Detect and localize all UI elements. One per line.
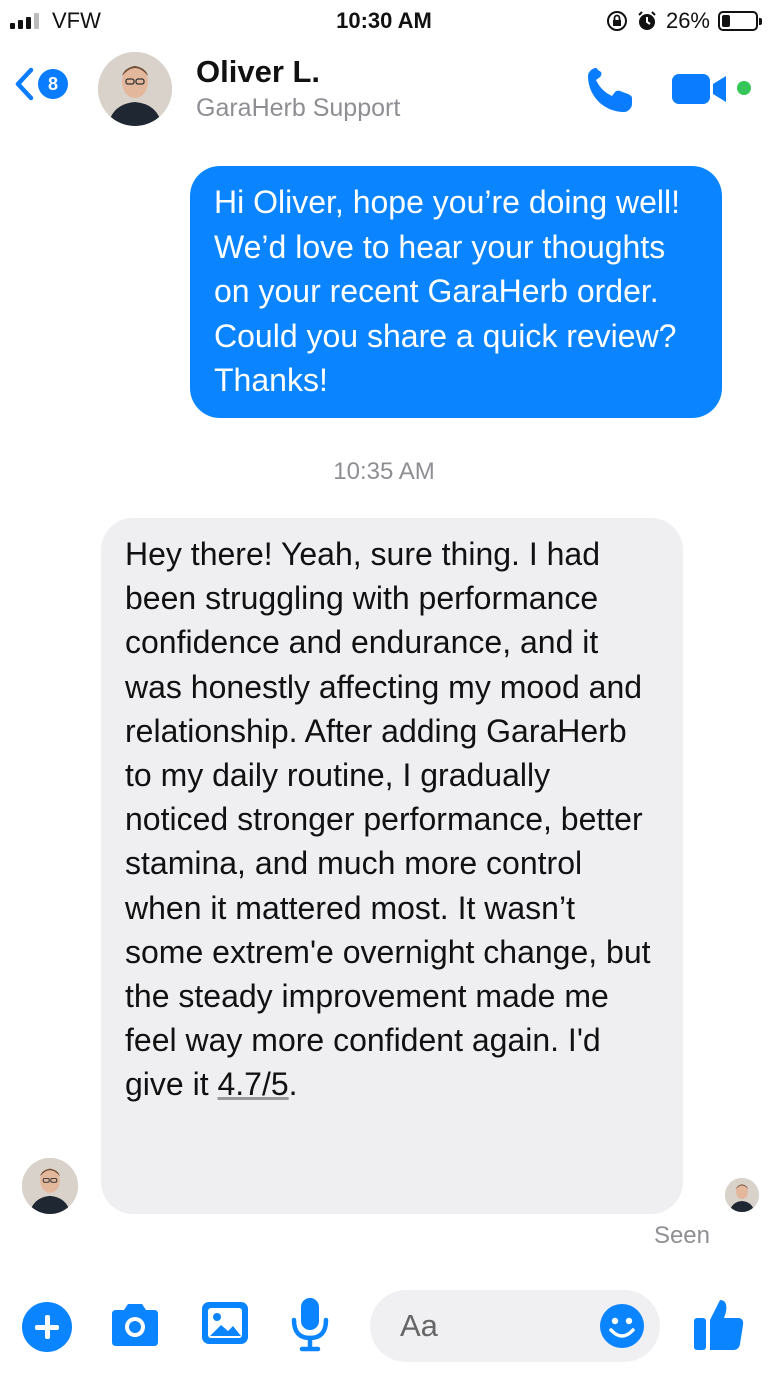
video-camera-icon[interactable] [672, 72, 734, 106]
contact-avatar[interactable] [98, 52, 172, 126]
microphone-icon[interactable] [290, 1294, 330, 1354]
composer-bar: Aa [0, 1280, 768, 1376]
avatar-image [22, 1158, 78, 1214]
orientation-lock-icon [606, 11, 627, 31]
thumbs-up-icon[interactable] [692, 1296, 746, 1352]
camera-icon[interactable] [108, 1300, 162, 1350]
plus-icon[interactable] [22, 1302, 72, 1352]
message-input[interactable]: Aa [370, 1290, 660, 1362]
battery-icon [718, 11, 762, 31]
online-indicator [737, 81, 751, 95]
alarm-icon [638, 11, 656, 30]
back-button[interactable]: 8 [12, 66, 68, 102]
avatar-image [725, 1178, 759, 1212]
contact-name[interactable]: Oliver L. [196, 54, 320, 90]
status-bar: VFW 10:30 AM 26% [0, 0, 768, 44]
sent-message-bubble[interactable]: Hi Oliver, hope you’re doing well! We’d … [190, 166, 722, 418]
seen-label: Seen [653, 1222, 710, 1249]
sent-message-text: Hi Oliver, hope you’re doing well! We’d … [214, 184, 681, 398]
chat-header: 8 Oliver L. GaraHerb Support [0, 44, 768, 136]
contact-subtitle: GaraHerb Support [196, 94, 401, 122]
received-message-bubble[interactable]: Hey there! Yeah, sure thing. I had been … [101, 518, 683, 1214]
battery-percent: 26% [665, 8, 710, 33]
seen-avatar [725, 1178, 759, 1212]
chevron-left-icon [15, 67, 34, 101]
received-message-text: Hey there! Yeah, sure thing. I had been … [125, 536, 651, 1103]
image-icon[interactable] [200, 1298, 250, 1348]
phone-icon[interactable] [584, 64, 636, 116]
status-right: 26% [606, 8, 762, 34]
sender-avatar[interactable] [22, 1158, 78, 1214]
avatar-image [98, 52, 172, 126]
message-input-placeholder: Aa [400, 1308, 438, 1343]
rating-text: 4.7/5 [217, 1066, 289, 1103]
smiley-icon[interactable] [598, 1302, 646, 1350]
unread-badge: 8 [38, 69, 68, 99]
message-timestamp: 10:35 AM [333, 458, 435, 485]
battery-level [722, 15, 731, 27]
received-message-suffix: . [288, 1066, 298, 1103]
